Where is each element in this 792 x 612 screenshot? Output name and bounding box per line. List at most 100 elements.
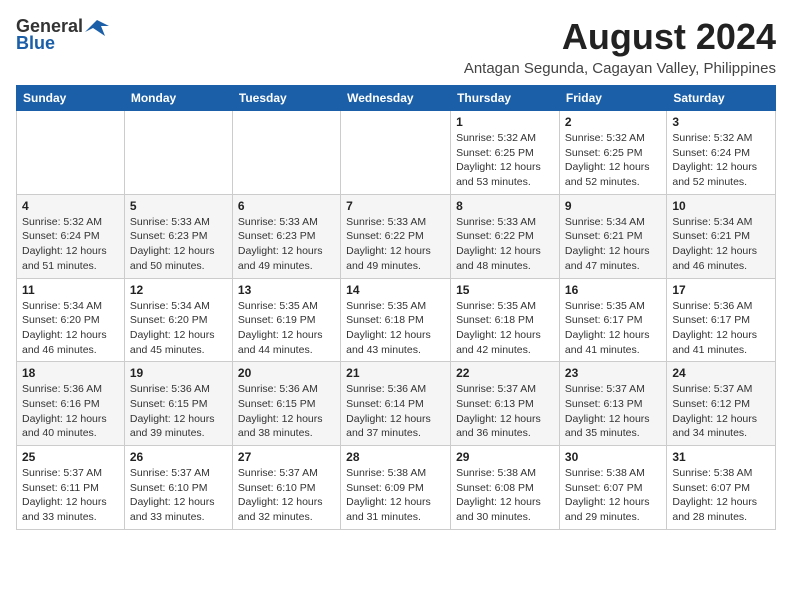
day-info: Sunrise: 5:34 AM Sunset: 6:21 PM Dayligh… xyxy=(672,215,770,274)
day-info: Sunrise: 5:36 AM Sunset: 6:15 PM Dayligh… xyxy=(238,382,335,441)
calendar-cell: 29 Sunrise: 5:38 AM Sunset: 6:08 PM Dayli… xyxy=(451,446,560,530)
weekday-header-row: SundayMondayTuesdayWednesdayThursdayFrid… xyxy=(17,86,776,111)
day-info: Sunrise: 5:37 AM Sunset: 6:10 PM Dayligh… xyxy=(130,466,227,525)
calendar-cell: 1 Sunrise: 5:32 AM Sunset: 6:25 PM Daylig… xyxy=(451,111,560,195)
calendar-cell: 17 Sunrise: 5:36 AM Sunset: 6:17 PM Dayli… xyxy=(667,278,776,362)
calendar-cell: 10Sunrise: 5:34 AM Sunset: 6:21 PM Dayli… xyxy=(667,194,776,278)
day-number: 20 xyxy=(238,366,335,380)
day-number: 16 xyxy=(565,283,661,297)
day-number: 23 xyxy=(565,366,661,380)
day-number: 15 xyxy=(456,283,554,297)
calendar-cell: 28 Sunrise: 5:38 AM Sunset: 6:09 PM Dayli… xyxy=(341,446,451,530)
header: General Blue August 2024 Antagan Segunda… xyxy=(16,16,776,77)
calendar-cell: 3 Sunrise: 5:32 AM Sunset: 6:24 PM Daylig… xyxy=(667,111,776,195)
calendar-cell: 22 Sunrise: 5:37 AM Sunset: 6:13 PM Dayli… xyxy=(451,362,560,446)
calendar-cell xyxy=(232,111,340,195)
day-number: 11 xyxy=(22,283,119,297)
day-number: 18 xyxy=(22,366,119,380)
day-number: 9 xyxy=(565,199,661,213)
day-number: 22 xyxy=(456,366,554,380)
day-number: 21 xyxy=(346,366,445,380)
calendar-cell: 24 Sunrise: 5:37 AM Sunset: 6:12 PM Dayli… xyxy=(667,362,776,446)
day-info: Sunrise: 5:33 AM Sunset: 6:22 PM Dayligh… xyxy=(456,215,554,274)
calendar-week-row: 4 Sunrise: 5:32 AM Sunset: 6:24 PM Daylig… xyxy=(17,194,776,278)
logo-blue: Blue xyxy=(16,33,55,54)
day-number: 4 xyxy=(22,199,119,213)
day-info: Sunrise: 5:38 AM Sunset: 6:08 PM Dayligh… xyxy=(456,466,554,525)
calendar-cell: 21 Sunrise: 5:36 AM Sunset: 6:14 PM Dayli… xyxy=(341,362,451,446)
day-info: Sunrise: 5:36 AM Sunset: 6:17 PM Dayligh… xyxy=(672,299,770,358)
weekday-header-wednesday: Wednesday xyxy=(341,86,451,111)
day-number: 27 xyxy=(238,450,335,464)
day-number: 1 xyxy=(456,115,554,129)
day-number: 31 xyxy=(672,450,770,464)
weekday-header-thursday: Thursday xyxy=(451,86,560,111)
calendar-cell xyxy=(341,111,451,195)
day-info: Sunrise: 5:36 AM Sunset: 6:14 PM Dayligh… xyxy=(346,382,445,441)
day-number: 13 xyxy=(238,283,335,297)
day-number: 25 xyxy=(22,450,119,464)
day-info: Sunrise: 5:35 AM Sunset: 6:19 PM Dayligh… xyxy=(238,299,335,358)
day-info: Sunrise: 5:36 AM Sunset: 6:15 PM Dayligh… xyxy=(130,382,227,441)
location-subtitle: Antagan Segunda, Cagayan Valley, Philipp… xyxy=(464,60,776,77)
calendar-cell: 6 Sunrise: 5:33 AM Sunset: 6:23 PM Daylig… xyxy=(232,194,340,278)
calendar-cell: 14Sunrise: 5:35 AM Sunset: 6:18 PM Dayli… xyxy=(341,278,451,362)
day-info: Sunrise: 5:37 AM Sunset: 6:12 PM Dayligh… xyxy=(672,382,770,441)
day-number: 7 xyxy=(346,199,445,213)
calendar-cell: 20 Sunrise: 5:36 AM Sunset: 6:15 PM Dayli… xyxy=(232,362,340,446)
calendar-cell xyxy=(124,111,232,195)
day-number: 28 xyxy=(346,450,445,464)
day-info: Sunrise: 5:35 AM Sunset: 6:18 PM Dayligh… xyxy=(456,299,554,358)
title-area: August 2024 Antagan Segunda, Cagayan Val… xyxy=(464,16,776,77)
calendar-cell: 26Sunrise: 5:37 AM Sunset: 6:10 PM Dayli… xyxy=(124,446,232,530)
day-info: Sunrise: 5:37 AM Sunset: 6:11 PM Dayligh… xyxy=(22,466,119,525)
weekday-header-tuesday: Tuesday xyxy=(232,86,340,111)
calendar-cell: 16 Sunrise: 5:35 AM Sunset: 6:17 PM Dayli… xyxy=(559,278,666,362)
day-info: Sunrise: 5:37 AM Sunset: 6:13 PM Dayligh… xyxy=(456,382,554,441)
day-info: Sunrise: 5:35 AM Sunset: 6:18 PM Dayligh… xyxy=(346,299,445,358)
day-info: Sunrise: 5:33 AM Sunset: 6:23 PM Dayligh… xyxy=(238,215,335,274)
day-number: 24 xyxy=(672,366,770,380)
day-number: 29 xyxy=(456,450,554,464)
calendar-cell: 7Sunrise: 5:33 AM Sunset: 6:22 PM Daylig… xyxy=(341,194,451,278)
calendar-table: SundayMondayTuesdayWednesdayThursdayFrid… xyxy=(16,85,776,530)
calendar-week-row: 1 Sunrise: 5:32 AM Sunset: 6:25 PM Daylig… xyxy=(17,111,776,195)
day-info: Sunrise: 5:34 AM Sunset: 6:20 PM Dayligh… xyxy=(22,299,119,358)
day-info: Sunrise: 5:38 AM Sunset: 6:07 PM Dayligh… xyxy=(672,466,770,525)
weekday-header-monday: Monday xyxy=(124,86,232,111)
day-info: Sunrise: 5:33 AM Sunset: 6:23 PM Dayligh… xyxy=(130,215,227,274)
logo: General Blue xyxy=(16,16,109,54)
calendar-cell: 25 Sunrise: 5:37 AM Sunset: 6:11 PM Dayli… xyxy=(17,446,125,530)
calendar-cell: 4 Sunrise: 5:32 AM Sunset: 6:24 PM Daylig… xyxy=(17,194,125,278)
calendar-cell: 8 Sunrise: 5:33 AM Sunset: 6:22 PM Daylig… xyxy=(451,194,560,278)
day-info: Sunrise: 5:32 AM Sunset: 6:24 PM Dayligh… xyxy=(22,215,119,274)
day-info: Sunrise: 5:32 AM Sunset: 6:24 PM Dayligh… xyxy=(672,131,770,190)
weekday-header-sunday: Sunday xyxy=(17,86,125,111)
calendar-cell: 30Sunrise: 5:38 AM Sunset: 6:07 PM Dayli… xyxy=(559,446,666,530)
day-number: 3 xyxy=(672,115,770,129)
calendar-cell xyxy=(17,111,125,195)
day-number: 17 xyxy=(672,283,770,297)
day-info: Sunrise: 5:38 AM Sunset: 6:07 PM Dayligh… xyxy=(565,466,661,525)
calendar-cell: 23Sunrise: 5:37 AM Sunset: 6:13 PM Dayli… xyxy=(559,362,666,446)
calendar-cell: 9 Sunrise: 5:34 AM Sunset: 6:21 PM Daylig… xyxy=(559,194,666,278)
day-info: Sunrise: 5:32 AM Sunset: 6:25 PM Dayligh… xyxy=(456,131,554,190)
calendar-cell: 19Sunrise: 5:36 AM Sunset: 6:15 PM Dayli… xyxy=(124,362,232,446)
day-number: 2 xyxy=(565,115,661,129)
calendar-cell: 27 Sunrise: 5:37 AM Sunset: 6:10 PM Dayli… xyxy=(232,446,340,530)
calendar-cell: 12 Sunrise: 5:34 AM Sunset: 6:20 PM Dayli… xyxy=(124,278,232,362)
day-info: Sunrise: 5:38 AM Sunset: 6:09 PM Dayligh… xyxy=(346,466,445,525)
weekday-header-saturday: Saturday xyxy=(667,86,776,111)
day-info: Sunrise: 5:35 AM Sunset: 6:17 PM Dayligh… xyxy=(565,299,661,358)
day-info: Sunrise: 5:34 AM Sunset: 6:21 PM Dayligh… xyxy=(565,215,661,274)
logo-bird-icon xyxy=(85,18,109,36)
day-info: Sunrise: 5:37 AM Sunset: 6:10 PM Dayligh… xyxy=(238,466,335,525)
day-info: Sunrise: 5:32 AM Sunset: 6:25 PM Dayligh… xyxy=(565,131,661,190)
calendar-week-row: 18Sunrise: 5:36 AM Sunset: 6:16 PM Dayli… xyxy=(17,362,776,446)
day-info: Sunrise: 5:34 AM Sunset: 6:20 PM Dayligh… xyxy=(130,299,227,358)
day-number: 6 xyxy=(238,199,335,213)
day-number: 5 xyxy=(130,199,227,213)
month-year-title: August 2024 xyxy=(464,16,776,58)
day-number: 12 xyxy=(130,283,227,297)
day-number: 8 xyxy=(456,199,554,213)
